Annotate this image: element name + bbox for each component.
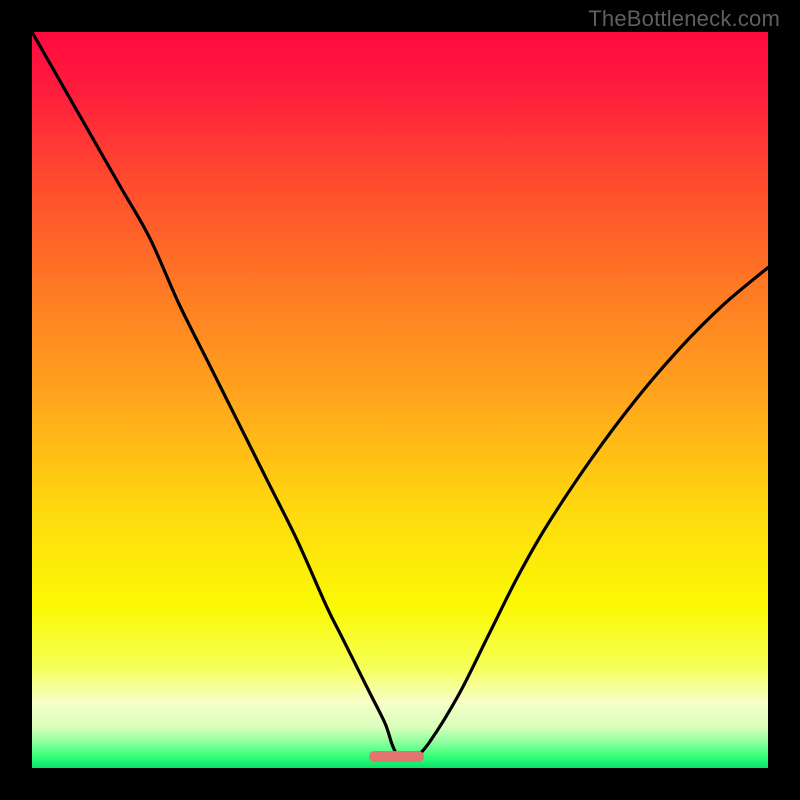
bottleneck-curve xyxy=(32,32,768,768)
watermark-text: TheBottleneck.com xyxy=(588,6,780,32)
optimum-marker xyxy=(369,751,424,762)
gradient-plot-area xyxy=(32,32,768,768)
outer-frame: TheBottleneck.com xyxy=(0,0,800,800)
bottleneck-curve-path xyxy=(32,32,768,760)
